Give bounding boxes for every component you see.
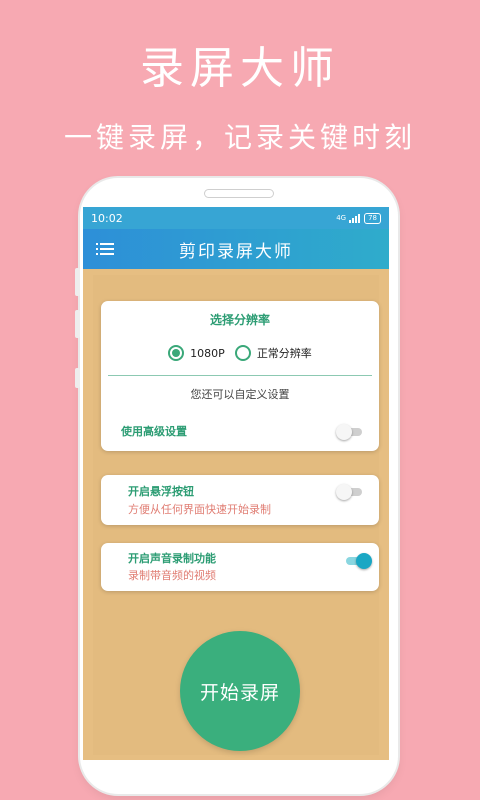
float-button-toggle[interactable]: [336, 484, 364, 500]
custom-settings-note: 您还可以自定义设置: [190, 388, 290, 401]
float-button-label: 开启悬浮按钮: [128, 485, 194, 498]
promo-subtitle: 一键录屏，记录关键时刻: [63, 121, 416, 154]
resolution-options: 1080P 正常分辨率: [101, 345, 379, 361]
phone-frame: 10:02 4G 78 剪印录屏大师 选择分辨率 1080P 正常分辨率 您还可…: [75, 178, 398, 794]
divider: [108, 375, 372, 376]
phone-side-button: [75, 268, 80, 296]
phone-speaker: [204, 189, 274, 198]
audio-record-label: 开启声音录制功能: [128, 552, 216, 565]
option-1080p-label: 1080P: [190, 346, 225, 360]
audio-record-card: 开启声音录制功能 录制带音频的视频: [101, 543, 379, 591]
status-time: 10:02: [91, 211, 123, 225]
main-content: 选择分辨率 1080P 正常分辨率 您还可以自定义设置 使用高级设置 开启悬浮按…: [93, 275, 379, 755]
phone-side-button: [75, 310, 80, 338]
resolution-title: 选择分辨率: [209, 313, 270, 327]
advanced-settings-toggle[interactable]: [336, 424, 364, 440]
radio-normal-resolution[interactable]: [234, 345, 251, 361]
radio-1080p[interactable]: [168, 345, 185, 361]
audio-record-description: 录制带音频的视频: [128, 569, 216, 582]
battery-icon: 78: [364, 212, 381, 224]
menu-icon[interactable]: [96, 242, 114, 256]
status-bar: 10:02 4G 78: [83, 207, 389, 229]
resolution-card: 选择分辨率 1080P 正常分辨率 您还可以自定义设置 使用高级设置: [101, 301, 379, 451]
advanced-settings-label: 使用高级设置: [121, 425, 187, 438]
status-icons: 4G 78: [336, 212, 381, 224]
float-button-card: 开启悬浮按钮 方便从任何界面快速开始录制: [101, 475, 379, 525]
app-title: 剪印录屏大师: [179, 241, 293, 262]
signal-icon: [349, 213, 361, 223]
phone-side-button: [75, 368, 80, 388]
start-recording-button[interactable]: 开始录屏: [180, 631, 300, 751]
app-bar: 剪印录屏大师: [83, 229, 389, 269]
option-normal-label: 正常分辨率: [256, 347, 312, 360]
float-button-description: 方便从任何界面快速开始录制: [128, 503, 271, 516]
network-label: 4G: [336, 214, 347, 222]
audio-record-toggle[interactable]: [344, 553, 372, 569]
app-screen: 10:02 4G 78 剪印录屏大师 选择分辨率 1080P 正常分辨率 您还可…: [83, 207, 389, 760]
promo-title: 录屏大师: [140, 43, 340, 94]
